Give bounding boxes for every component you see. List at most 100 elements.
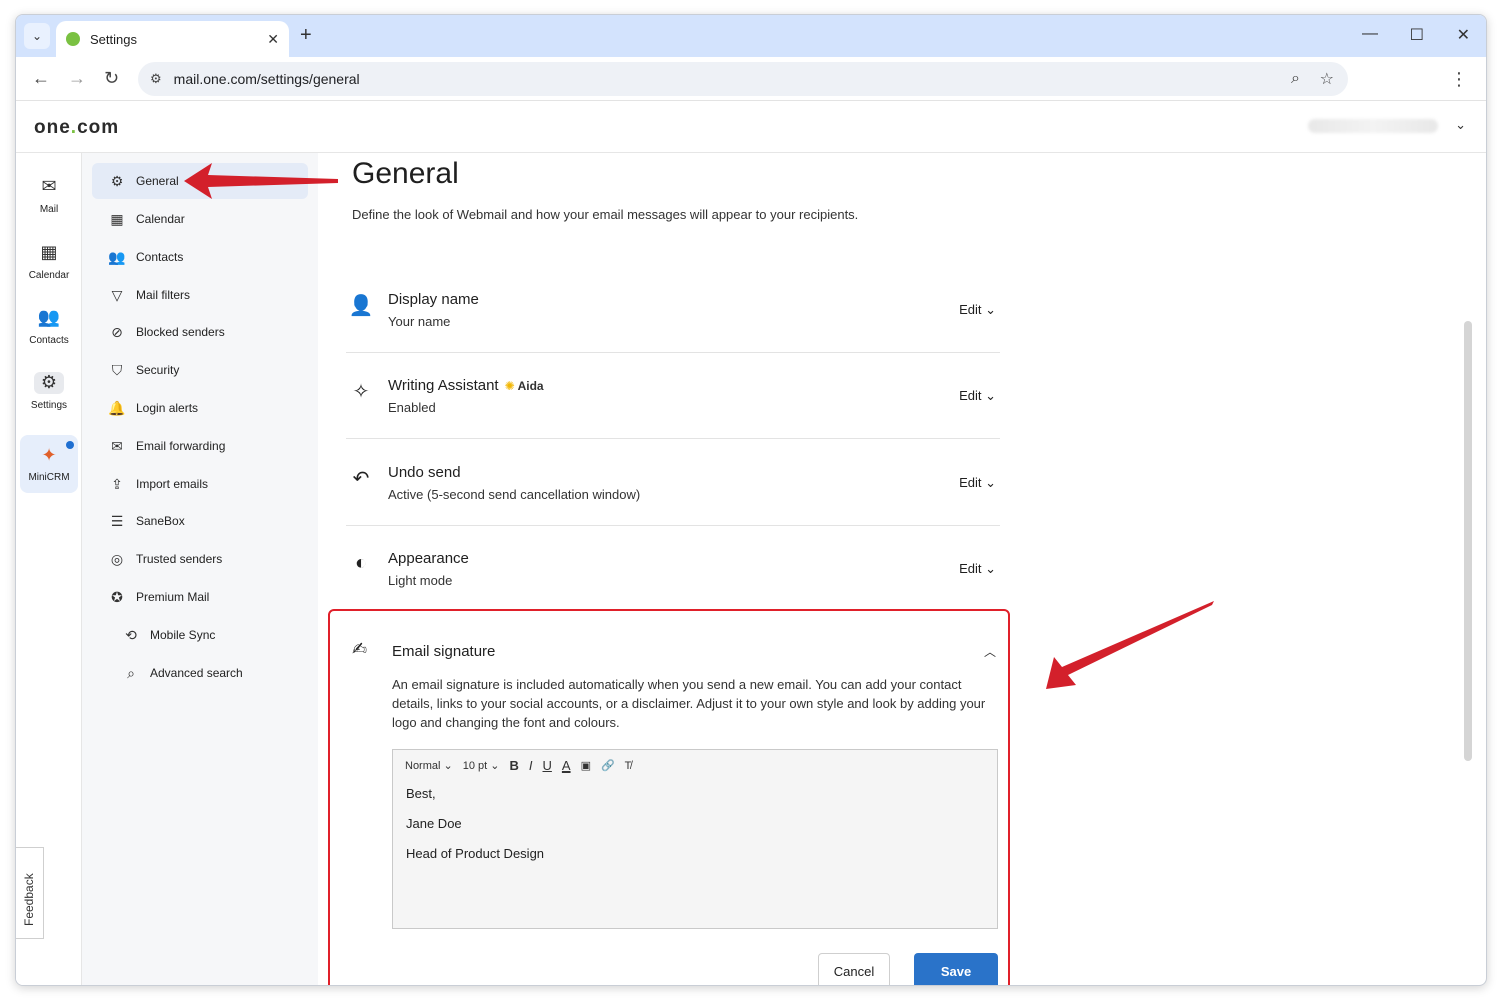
gear-icon: ⚙ bbox=[34, 371, 64, 394]
mail-icon: ✉ bbox=[41, 175, 57, 196]
text-style-dropdown[interactable]: Normal ⌄ bbox=[405, 759, 453, 772]
settings-nav-blocked-senders[interactable]: ⊘ Blocked senders bbox=[92, 314, 308, 350]
page-description: Define the look of Webmail and how your … bbox=[352, 207, 859, 222]
settings-sidebar: ⚙ General ▦ Calendar 👥 Contacts ▽ Mail filte… bbox=[82, 153, 318, 985]
aida-icon: ✺ bbox=[504, 379, 515, 393]
contacts-icon: 👥 bbox=[108, 248, 126, 265]
editor-toolbar: Normal ⌄ 10 pt ⌄ B I U A ▣ 🔗 T̸ bbox=[405, 758, 631, 773]
address-bar[interactable]: ⚙ mail.one.com/settings/general ⌕ ☆ bbox=[138, 62, 1348, 96]
setting-row-undo-send: ↶ Undo send Active (5-second send cancel… bbox=[346, 440, 1000, 526]
tab-title: Settings bbox=[90, 31, 137, 47]
italic-button[interactable]: I bbox=[529, 758, 533, 773]
sync-icon: ⟲ bbox=[125, 626, 137, 643]
settings-nav-general[interactable]: ⚙ General bbox=[92, 163, 308, 199]
minicrm-icon: ✦ bbox=[41, 445, 57, 465]
signature-line: Jane Doe bbox=[406, 816, 462, 831]
zoom-icon[interactable]: ⌕ bbox=[1291, 62, 1300, 96]
forward-button[interactable]: → bbox=[68, 68, 86, 89]
settings-nav-sanebox[interactable]: ☰ SaneBox bbox=[92, 503, 308, 539]
signature-icon: ✍ bbox=[352, 639, 368, 659]
text-color-button[interactable]: A bbox=[562, 758, 571, 773]
settings-nav-email-forwarding[interactable]: ✉ Email forwarding bbox=[92, 428, 308, 464]
trusted-icon: ◎ bbox=[110, 550, 124, 567]
person-icon: 👤 bbox=[348, 295, 374, 317]
tab-search-button[interactable]: ⌄ bbox=[24, 23, 50, 49]
page-title: General bbox=[352, 157, 459, 190]
rail-item-calendar[interactable]: ▦ Calendar bbox=[20, 233, 78, 289]
link-icon[interactable]: 🔗 bbox=[601, 759, 615, 772]
bookmark-star-icon[interactable]: ☆ bbox=[1320, 62, 1334, 96]
shield-icon: ⛉ bbox=[111, 361, 123, 378]
bell-icon: 🔔 bbox=[108, 399, 126, 416]
filter-icon: ▽ bbox=[111, 286, 123, 303]
premium-icon: ✪ bbox=[111, 588, 123, 605]
edit-display-name-button[interactable]: Edit ⌄ bbox=[959, 302, 996, 318]
settings-nav-security[interactable]: ⛉ Security bbox=[92, 352, 308, 388]
settings-nav-login-alerts[interactable]: 🔔 Login alerts bbox=[92, 390, 308, 426]
maximize-button[interactable]: ☐ bbox=[1410, 25, 1424, 45]
signature-editor[interactable]: Normal ⌄ 10 pt ⌄ B I U A ▣ 🔗 T̸ Best, Ja… bbox=[392, 749, 998, 929]
account-name-blurred[interactable] bbox=[1308, 119, 1438, 133]
settings-nav-trusted-senders[interactable]: ◎ Trusted senders bbox=[92, 541, 308, 577]
email-signature-panel: ✍ Email signature ︿ An email signature i… bbox=[328, 609, 1010, 985]
calendar-icon: ▦ bbox=[40, 241, 58, 262]
settings-nav-premium-mail[interactable]: ✪ Premium Mail bbox=[92, 579, 308, 615]
feedback-tab[interactable]: Feedback bbox=[16, 847, 44, 939]
tab-bar: ⌄ Settings ✕ + — ☐ ✕ bbox=[16, 15, 1486, 57]
browser-toolbar: ← → ↻ ⚙ mail.one.com/settings/general ⌕ … bbox=[16, 57, 1486, 101]
block-icon: ⊘ bbox=[111, 323, 123, 340]
rail-item-contacts[interactable]: 👥 Contacts bbox=[20, 298, 78, 354]
settings-nav-contacts[interactable]: 👥 Contacts bbox=[92, 239, 308, 275]
aida-badge: ✺ Aida bbox=[504, 379, 544, 393]
save-button[interactable]: Save bbox=[914, 953, 998, 985]
bold-button[interactable]: B bbox=[509, 758, 518, 773]
url-text: mail.one.com/settings/general bbox=[173, 71, 360, 87]
one-com-logo[interactable]: one.com bbox=[34, 117, 119, 139]
settings-nav-import-emails[interactable]: ⇪ Import emails bbox=[92, 466, 308, 502]
cancel-button[interactable]: Cancel bbox=[818, 953, 890, 985]
edit-undo-send-button[interactable]: Edit ⌄ bbox=[959, 475, 996, 491]
signature-line: Best, bbox=[406, 786, 436, 801]
minimize-button[interactable]: — bbox=[1362, 25, 1378, 43]
settings-nav-calendar[interactable]: ▦ Calendar bbox=[92, 201, 308, 237]
browser-window: ⌄ Settings ✕ + — ☐ ✕ ← → ↻ ⚙ mail.one.co… bbox=[15, 14, 1487, 986]
app-header: one.com ⌄ bbox=[16, 101, 1486, 153]
edit-appearance-button[interactable]: Edit ⌄ bbox=[959, 561, 996, 577]
reload-button[interactable]: ↻ bbox=[104, 68, 119, 89]
account-chevron-down-icon[interactable]: ⌄ bbox=[1455, 117, 1466, 133]
rail-item-minicrm[interactable]: ✦ MiniCRM bbox=[20, 435, 78, 493]
edit-writing-assistant-button[interactable]: Edit ⌄ bbox=[959, 388, 996, 404]
font-size-dropdown[interactable]: 10 pt ⌄ bbox=[463, 759, 500, 772]
search-icon: ⌕ bbox=[127, 664, 135, 681]
sparkle-icon: ✧ bbox=[352, 381, 370, 403]
import-icon: ⇪ bbox=[111, 475, 123, 492]
rail-item-mail[interactable]: ✉ Mail bbox=[20, 167, 78, 223]
calendar-icon: ▦ bbox=[110, 210, 124, 227]
settings-main: General Define the look of Webmail and h… bbox=[318, 153, 1474, 985]
contacts-icon: 👥 bbox=[37, 306, 61, 327]
gear-icon: ⚙ bbox=[110, 172, 124, 189]
rail-item-settings[interactable]: ⚙ Settings bbox=[20, 363, 78, 419]
settings-nav-advanced-search[interactable]: ⌕ Advanced search bbox=[92, 655, 308, 691]
tab-close-icon[interactable]: ✕ bbox=[267, 31, 279, 48]
back-button[interactable]: ← bbox=[32, 68, 50, 89]
notification-dot bbox=[66, 441, 74, 449]
underline-button[interactable]: U bbox=[543, 758, 552, 773]
signature-description: An email signature is included automatic… bbox=[392, 677, 986, 730]
favicon-icon bbox=[66, 32, 80, 46]
contrast-icon: ◐ bbox=[354, 552, 368, 574]
setting-row-appearance: ◐ Appearance Light mode Edit ⌄ bbox=[346, 526, 1000, 612]
setting-row-writing-assistant: ✧ Writing Assistant ✺ Aida Enabled Edit ⌄ bbox=[346, 353, 1000, 439]
clear-format-icon[interactable]: T̸ bbox=[625, 760, 632, 772]
site-info-icon[interactable]: ⚙ bbox=[150, 71, 162, 87]
image-icon[interactable]: ▣ bbox=[581, 759, 591, 772]
tab-settings[interactable]: Settings ✕ bbox=[56, 21, 289, 57]
window-close-button[interactable]: ✕ bbox=[1457, 25, 1470, 45]
collapse-chevron-up-icon[interactable]: ︿ bbox=[984, 643, 996, 660]
signature-line: Head of Product Design bbox=[406, 846, 545, 861]
browser-menu-icon[interactable]: ⋮ bbox=[1450, 69, 1468, 90]
new-tab-button[interactable]: + bbox=[300, 24, 312, 47]
settings-nav-mobile-sync[interactable]: ⟲ Mobile Sync bbox=[92, 617, 308, 653]
settings-nav-mail-filters[interactable]: ▽ Mail filters bbox=[92, 277, 308, 313]
scrollbar[interactable] bbox=[1464, 321, 1472, 761]
